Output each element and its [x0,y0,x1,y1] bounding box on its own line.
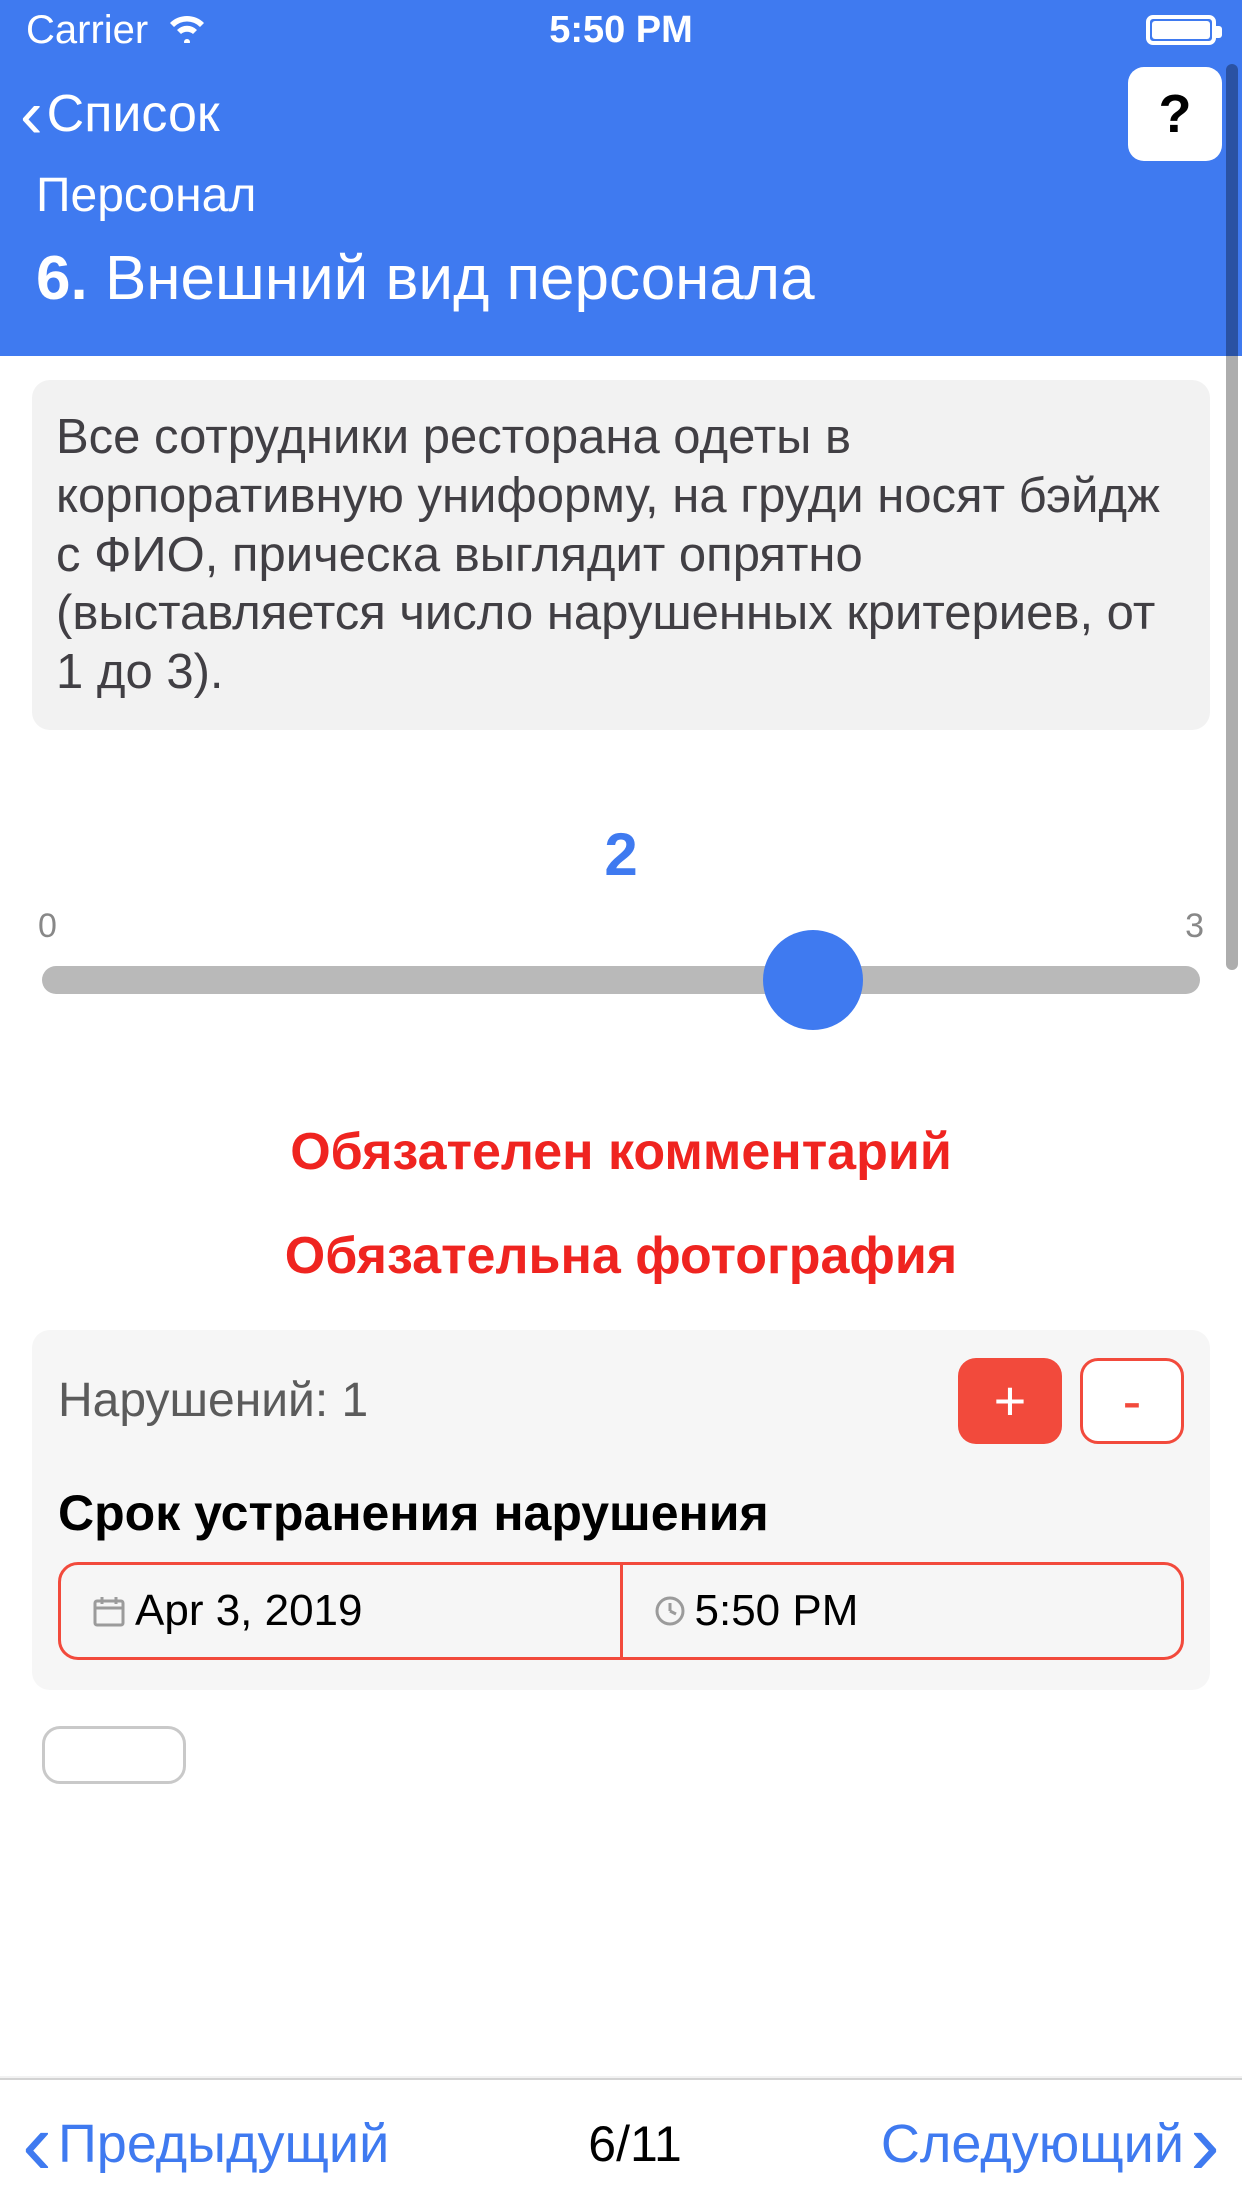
prev-button[interactable]: ‹ Предыдущий [22,2113,389,2175]
violations-count-label: Нарушений: 1 [58,1373,368,1428]
back-label: Список [47,84,220,144]
partial-next-card [42,1726,186,1784]
next-button[interactable]: Следующий › [881,2113,1220,2175]
question-title: 6. Внешний вид персонала [36,243,1206,314]
deadline-date-button[interactable]: Apr 3, 2019 [61,1565,620,1657]
deadline-time-button[interactable]: 5:50 PM [623,1565,1182,1657]
prev-label: Предыдущий [58,2113,389,2175]
question-number: 6. [36,244,88,313]
help-button[interactable]: ? [1128,67,1222,161]
deadline-date-value: Apr 3, 2019 [135,1586,363,1636]
category-label: Персонал [36,168,1206,223]
chevron-left-icon: ‹ [20,80,43,148]
chevron-right-icon: › [1190,2117,1220,2171]
slider-max-label: 3 [1185,907,1204,946]
clock-icon [653,1594,687,1628]
slider-min-label: 0 [38,907,57,946]
chevron-left-icon: ‹ [22,2117,52,2171]
slider[interactable] [42,966,1200,994]
add-violation-button[interactable]: + [958,1358,1062,1444]
carrier-label: Carrier [26,8,148,53]
back-button[interactable]: ‹ Список [20,80,220,148]
question-description: Все сотрудники ресторана одеты в корпора… [32,380,1210,730]
question-text: Внешний вид персонала [105,244,815,313]
nav-header: ‹ Список ? [0,60,1242,168]
remove-violation-button[interactable]: - [1080,1358,1184,1444]
footer-nav: ‹ Предыдущий 6/11 Следующий › [0,2080,1242,2208]
slider-value: 2 [36,820,1206,889]
deadline-time-value: 5:50 PM [695,1586,859,1636]
warning-photo-required: Обязательна фотография [32,1226,1210,1286]
battery-icon [1146,15,1216,45]
next-label: Следующий [881,2113,1184,2175]
scroll-indicator [1226,64,1238,970]
question-header: Персонал 6. Внешний вид персонала [0,168,1242,356]
deadline-label: Срок устранения нарушения [58,1484,1184,1542]
violations-card: Нарушений: 1 + - Срок устранения нарушен… [32,1330,1210,1690]
page-counter: 6/11 [588,2115,682,2173]
wifi-icon [166,8,208,53]
slider-thumb[interactable] [763,930,863,1030]
status-bar: Carrier 5:50 PM [0,0,1242,60]
deadline-row: Apr 3, 2019 5:50 PM [58,1562,1184,1660]
warning-comment-required: Обязателен комментарий [32,1122,1210,1182]
calendar-icon [91,1593,127,1629]
